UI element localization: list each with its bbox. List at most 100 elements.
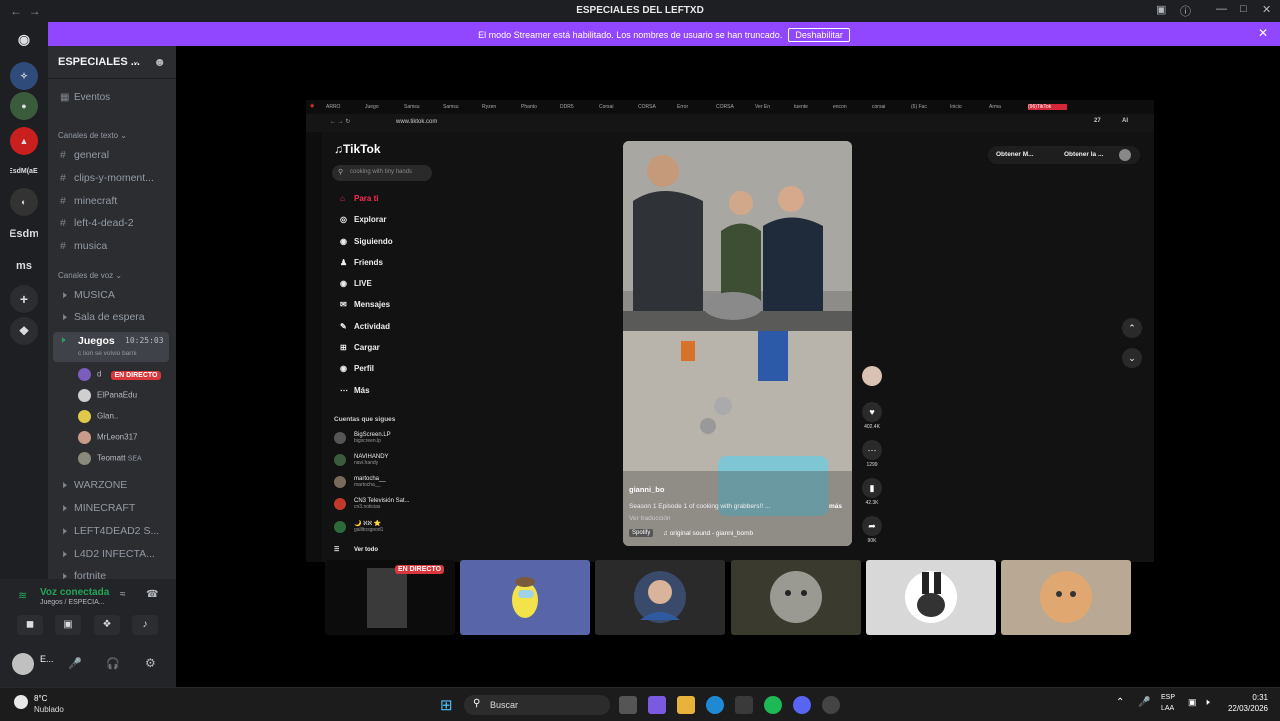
browser-tab[interactable]: DDR5 xyxy=(560,104,599,110)
nav-explorar[interactable]: ◎ Explorar xyxy=(340,215,386,224)
participant-tile[interactable] xyxy=(731,560,861,635)
task-view-icon[interactable] xyxy=(619,696,637,714)
voice-user[interactable]: Glan.. xyxy=(78,410,118,423)
close-window-icon[interactable]: ✕ xyxy=(1262,3,1271,16)
nav-perfil[interactable]: ◉ Perfil xyxy=(340,364,374,373)
text-channel[interactable]: # musica xyxy=(60,240,107,252)
see-all-link[interactable]: ☰ Ver todo xyxy=(334,546,378,553)
discord-icon[interactable] xyxy=(793,696,811,714)
tiktok-logo[interactable]: ♫TikTok xyxy=(334,142,381,156)
microphone-icon[interactable]: 🎤 xyxy=(68,657,82,670)
guild-header[interactable]: ESPECIALES ... ⌄ ☻ xyxy=(48,46,176,79)
ai-label[interactable]: AI xyxy=(1122,118,1128,124)
voice-category[interactable]: Canales de voz ⌄ xyxy=(58,271,122,280)
soundboard-icon[interactable]: ♪ xyxy=(132,615,158,635)
windows-start-icon[interactable]: ⊞ xyxy=(440,696,453,714)
nav-friends[interactable]: ♟ Friends xyxy=(340,258,383,267)
following-account[interactable]: BigScreen.LP bigscreen.lp xyxy=(334,432,391,444)
disconnect-icon[interactable]: ☎ xyxy=(146,589,158,600)
share-button[interactable]: ➦ 90K xyxy=(860,516,884,544)
activities-icon[interactable]: ❖ xyxy=(94,615,120,635)
browser-tab[interactable]: CORSA xyxy=(638,104,677,110)
creator-avatar[interactable] xyxy=(860,366,884,388)
video-author[interactable]: gianni_bo xyxy=(629,485,664,494)
video-sound[interactable]: ♫ original sound - gianni_bomb xyxy=(663,530,753,537)
get-app-button[interactable]: Obtener M... xyxy=(996,151,1034,158)
browser-tab[interactable]: (6) Fac xyxy=(911,104,950,110)
nav-para-ti[interactable]: ⌂ Para ti xyxy=(340,194,378,203)
taskbar-search[interactable]: ⚲ Buscar xyxy=(464,695,610,715)
camera-off-icon[interactable]: ◼ xyxy=(17,615,43,635)
discord-home-icon[interactable]: ◉ xyxy=(10,25,38,53)
network-icon[interactable]: ▣ xyxy=(1188,697,1197,708)
browser-tab[interactable]: Phanto xyxy=(521,104,560,110)
participant-tile[interactable] xyxy=(866,560,996,635)
add-server-icon[interactable]: + xyxy=(10,285,38,313)
browser-tab[interactable]: Samsu xyxy=(443,104,482,110)
voice-channel[interactable]: 🕨 L4D2 INFECTA... xyxy=(60,548,155,561)
weather-icon[interactable] xyxy=(14,695,28,709)
tiktok-video[interactable]: gianni_bo Season 1 Episode 1 of cooking … xyxy=(623,141,852,546)
text-channel[interactable]: # left-4-dead-2 xyxy=(60,217,134,229)
browser-tab[interactable]: ARRO xyxy=(326,104,365,110)
spotify-icon[interactable] xyxy=(764,696,782,714)
store-icon[interactable] xyxy=(735,696,753,714)
explore-icon[interactable]: ❖ xyxy=(10,317,38,345)
settings-gear-icon[interactable]: ⚙ xyxy=(145,656,156,670)
save-button[interactable]: ▮ 42.3K xyxy=(860,478,884,506)
close-banner-icon[interactable]: ✕ xyxy=(1258,26,1268,40)
language-code[interactable]: ESP xyxy=(1161,694,1175,701)
voice-channel[interactable]: 🕨 Sala de espera xyxy=(60,311,145,324)
comment-button[interactable]: ⋯ 1299 xyxy=(860,440,884,468)
browser-tab[interactable]: CORSA xyxy=(716,104,755,110)
server-icon[interactable]: ◐ xyxy=(10,188,38,216)
voice-channel[interactable]: 🕨 LEFT4DEAD2 S... xyxy=(60,525,159,538)
disable-streamer-button[interactable]: Deshabilitar xyxy=(788,28,850,42)
server-icon[interactable]: ● xyxy=(10,92,38,120)
voice-channel-active[interactable]: 🕨 Juegos 10:25:03 c lion se volvio barni xyxy=(53,332,169,362)
following-account[interactable]: 🌙 ℵℵ ⭐ gallitosgood1 xyxy=(334,520,383,533)
video-more-link[interactable]: más xyxy=(829,503,842,510)
nav-mas[interactable]: ⋯ Más xyxy=(340,386,370,395)
events-item[interactable]: ▦ Eventos xyxy=(60,92,110,103)
nav-live[interactable]: ◉ LIVE xyxy=(340,279,372,288)
nav-mensajes[interactable]: ✉ Mensajes xyxy=(340,300,390,309)
voice-user[interactable]: d EN DIRECTO xyxy=(78,368,161,381)
chevron-down-icon[interactable]: ⌄ xyxy=(1122,348,1142,368)
browser-tab[interactable]: tuente xyxy=(794,104,833,110)
stream-tile[interactable]: EN DIRECTO xyxy=(325,560,455,635)
server-esdm-ae[interactable]: EsdM(aE) xyxy=(10,157,38,185)
headphones-icon[interactable]: 🎧 xyxy=(106,657,120,670)
chevron-up-icon[interactable]: ⌃ xyxy=(1122,318,1142,338)
url-text[interactable]: www.tiktok.com xyxy=(396,119,437,125)
text-channel[interactable]: # clips-y-moment... xyxy=(60,172,154,184)
volume-icon[interactable]: 🕨 xyxy=(1204,697,1210,708)
nav-arrows-icon[interactable]: ← → ↻ xyxy=(330,118,350,125)
browser-tab[interactable]: Error xyxy=(677,104,716,110)
browser-tab[interactable]: Samsu xyxy=(404,104,443,110)
server-esdm[interactable]: Esdm xyxy=(10,220,38,248)
voice-channel-path[interactable]: Juegos / ESPECIA... xyxy=(40,599,105,606)
nav-siguiendo[interactable]: ◉ Siguiendo xyxy=(340,237,393,246)
voice-user[interactable]: Teomatt SEA xyxy=(78,452,142,465)
like-button[interactable]: ♥ 402.4K xyxy=(860,402,884,430)
participant-tile[interactable] xyxy=(460,560,590,635)
search-input[interactable]: ⚲ cooking with tiny hands xyxy=(332,165,432,181)
text-channel[interactable]: # general xyxy=(60,149,109,161)
noise-suppression-icon[interactable]: ≈ xyxy=(120,589,126,600)
voice-channel[interactable]: 🕨 MINECRAFT xyxy=(60,502,135,515)
text-channel[interactable]: # minecraft xyxy=(60,195,117,207)
minimize-icon[interactable]: — xyxy=(1216,3,1227,15)
following-account[interactable]: martocha__ martocha__ xyxy=(334,476,386,488)
app-icon[interactable] xyxy=(822,696,840,714)
browser-tab[interactable]: encon xyxy=(833,104,872,110)
nav-actividad[interactable]: ✎ Actividad xyxy=(340,322,390,331)
server-icon[interactable]: ▲ xyxy=(10,127,38,155)
inbox-icon[interactable]: ▣ xyxy=(1156,3,1166,16)
screen-share-icon[interactable]: ▣ xyxy=(55,615,81,635)
server-icon[interactable]: ✧ xyxy=(10,62,38,90)
copilot-icon[interactable] xyxy=(648,696,666,714)
translate-link[interactable]: Ver traducción xyxy=(629,515,671,522)
file-explorer-icon[interactable] xyxy=(677,696,695,714)
spotify-badge[interactable]: Spotify xyxy=(629,529,654,537)
